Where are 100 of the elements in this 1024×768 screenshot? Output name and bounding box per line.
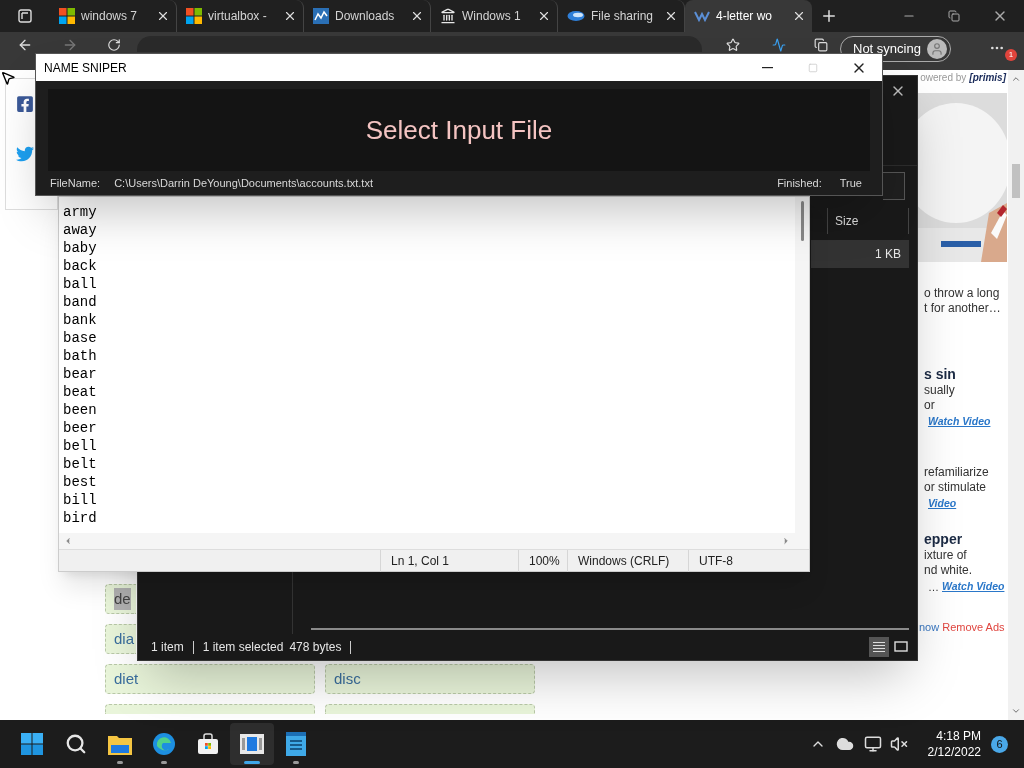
scroll-thumb[interactable] <box>800 201 804 241</box>
text-line: bath <box>63 347 97 365</box>
status-text: Ln 1, Col 1 <box>380 549 518 572</box>
search-icon <box>65 733 87 755</box>
word-label: disc <box>334 668 361 689</box>
folder-icon <box>108 733 132 755</box>
network-icon[interactable] <box>863 735 882 753</box>
twitter-icon[interactable] <box>16 145 34 163</box>
article-text: sually <box>924 383 956 398</box>
view-mode-button[interactable] <box>869 637 889 657</box>
file-row[interactable]: 1 KB <box>811 240 909 268</box>
text-line: bird <box>63 509 97 527</box>
text-line: bear <box>63 365 97 383</box>
finished-value: True <box>839 175 862 191</box>
tab-title: 4-letter wo <box>716 8 774 25</box>
close-icon[interactable] <box>410 9 424 23</box>
status-text: 100% <box>518 549 567 572</box>
refresh-icon[interactable] <box>107 38 121 52</box>
close-icon[interactable] <box>156 9 170 23</box>
app-window-icon <box>240 734 264 754</box>
powered-by-text: owered by <box>920 70 967 85</box>
back-icon[interactable] <box>17 37 33 53</box>
collections-icon[interactable] <box>814 38 828 52</box>
close-icon[interactable] <box>792 9 806 23</box>
word-tile[interactable]: disc <box>325 664 535 694</box>
article-text: or <box>924 398 936 413</box>
scroll-left-icon[interactable] <box>63 536 73 546</box>
store-bag-icon <box>197 733 219 755</box>
scroll-up-icon[interactable] <box>1011 74 1021 84</box>
article-text: o throw a long <box>924 286 1001 301</box>
text-line: best <box>63 473 97 491</box>
text-line: bank <box>63 311 97 329</box>
text-line: been <box>63 401 97 419</box>
status-text: 478 bytes <box>289 639 342 656</box>
article-text: ixture of <box>924 547 968 563</box>
facebook-icon[interactable] <box>16 95 34 113</box>
text-line: band <box>63 293 97 311</box>
new-tab-icon[interactable] <box>820 7 838 25</box>
site-logo-icon <box>694 10 710 22</box>
text-line: beat <box>63 383 97 401</box>
text-line: bell <box>63 437 97 455</box>
text-editor[interactable]: army away baby back ball band bank base bath bear beat been beer bell belt best bill bird <box>59 197 795 533</box>
word-label: diet <box>114 668 139 689</box>
article-title[interactable]: s sin <box>924 366 1008 383</box>
more-link[interactable]: now <box>919 619 940 636</box>
tab-actions-icon[interactable] <box>18 9 32 23</box>
scroll-thumb[interactable] <box>1012 164 1020 198</box>
text-line: away <box>63 221 97 239</box>
landmark-icon <box>440 8 456 24</box>
article-title[interactable]: epper <box>924 530 1008 548</box>
close-icon[interactable] <box>664 9 678 23</box>
scroll-right-icon[interactable] <box>781 536 791 546</box>
file-path: C:\Users\Darrin DeYoung\Documents\accounts.txt.txt <box>114 175 373 191</box>
favorites-icon[interactable] <box>726 38 740 52</box>
windows-logo-icon <box>59 8 75 24</box>
text-line: beer <box>63 419 97 437</box>
word-label: de <box>114 587 131 611</box>
size-cell-text: 1 KB <box>875 246 901 263</box>
volume-muted-icon[interactable] <box>889 735 908 753</box>
search-field[interactable] <box>883 172 905 200</box>
tab-title: windows 7 <box>81 8 139 25</box>
word-label: dia <box>114 628 135 649</box>
word-tile[interactable] <box>325 704 535 714</box>
scroll-down-icon[interactable] <box>1011 706 1021 716</box>
status-text: 1 item selected <box>202 639 284 656</box>
article-text: refamiliarize <box>924 464 990 480</box>
notification-badge[interactable]: 6 <box>991 735 1008 753</box>
tab-title: Windows 1 <box>462 8 522 25</box>
taskbar-app[interactable] <box>230 723 274 765</box>
article-text: t for another… <box>924 301 1002 316</box>
word-tile[interactable]: dia <box>105 624 136 654</box>
text-line: base <box>63 329 97 347</box>
watch-video-link[interactable]: Watch Video <box>928 414 991 430</box>
details-view-icon <box>872 641 886 653</box>
windows-logo-icon <box>186 8 202 24</box>
maximize-icon <box>808 62 818 73</box>
watch-video-link[interactable]: Video <box>928 495 957 512</box>
notification-badge: 1 <box>1004 49 1017 61</box>
chart-icon <box>313 8 329 24</box>
close-icon[interactable] <box>537 9 551 23</box>
select-file-button[interactable]: Select Input File <box>48 89 870 171</box>
remove-ads-link[interactable]: Remove Ads <box>942 619 1005 636</box>
browser-tab[interactable]: 4-letter wo <box>685 0 812 32</box>
avatar-icon <box>926 39 947 59</box>
watch-video-link[interactable]: Watch Video <box>942 578 1005 595</box>
clock[interactable]: 4:18 PM 2/12/2022 <box>927 728 981 760</box>
forward-icon[interactable] <box>62 37 78 53</box>
tab-title: virtualbox - <box>208 8 268 25</box>
word-tile[interactable]: de <box>105 584 136 614</box>
ellipsis-text: … <box>928 579 939 595</box>
column-header[interactable]: Size <box>827 208 909 234</box>
text-line: ball <box>63 275 97 293</box>
cloud-icon[interactable] <box>835 735 854 753</box>
word-tile[interactable] <box>105 704 315 714</box>
word-tile[interactable]: diet <box>105 664 315 694</box>
primis-logo: [primis] <box>969 70 1006 85</box>
restore-icon[interactable] <box>948 10 960 22</box>
close-icon[interactable] <box>283 9 297 23</box>
performance-icon[interactable] <box>772 38 786 52</box>
status-text: UTF-8 <box>688 549 798 572</box>
